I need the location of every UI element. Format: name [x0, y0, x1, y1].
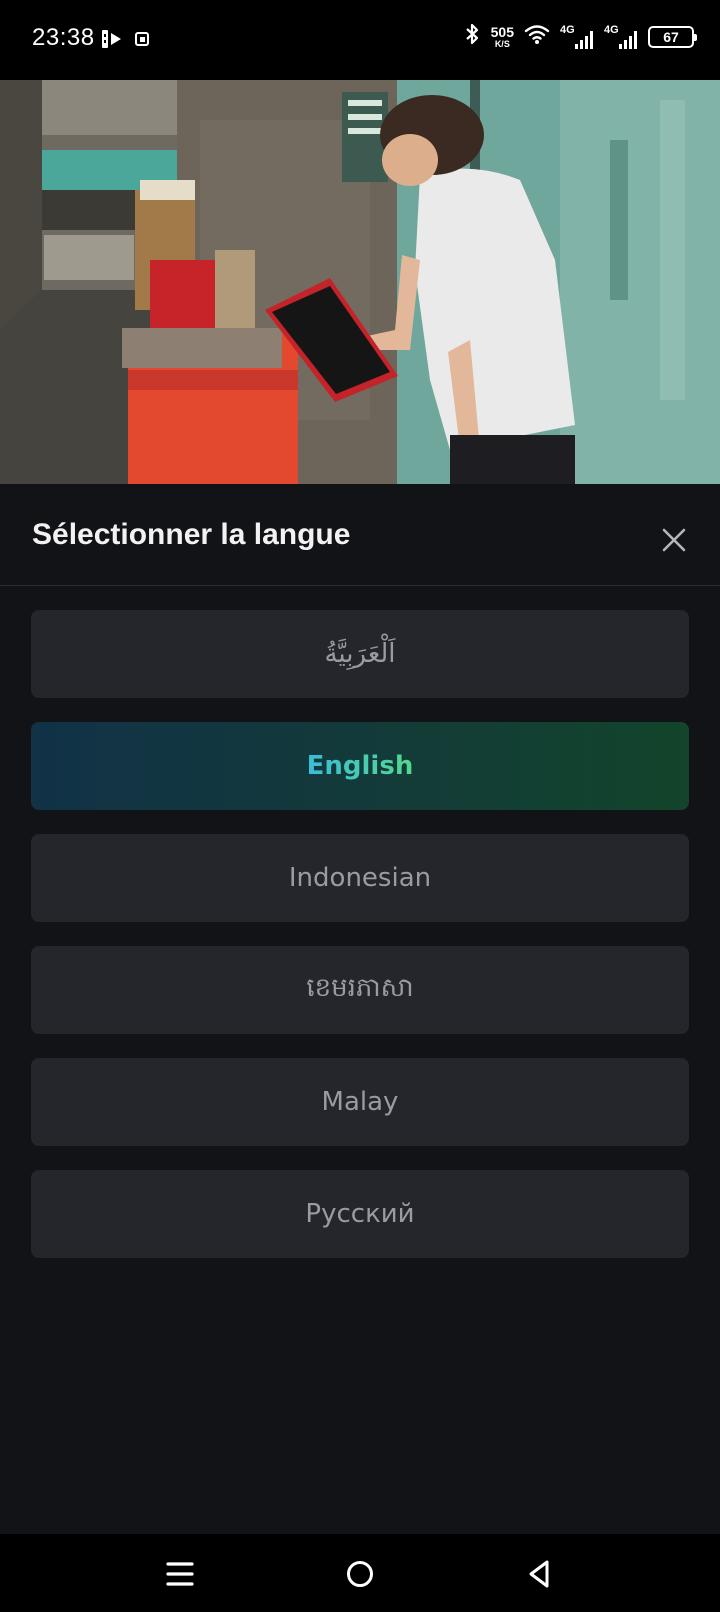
language-option-label: اَلْعَرَبِيَّةُ — [324, 639, 396, 669]
media-notification-icon — [100, 27, 124, 56]
status-time: 23:38 — [32, 24, 95, 51]
app-notification-icon — [134, 30, 152, 53]
sim2-label: 4G — [604, 23, 619, 36]
video-player[interactable] — [0, 80, 720, 484]
close-icon — [662, 528, 686, 552]
close-button[interactable] — [656, 522, 692, 558]
language-list: اَلْعَرَبِيَّةُ English Indonesian ខេមរភ… — [31, 610, 689, 1282]
language-sheet: Sélectionner la langue اَلْعَرَبِيَّةُ E… — [0, 484, 720, 1534]
sim1-label: 4G — [560, 23, 575, 36]
language-option-label: Русский — [305, 1199, 415, 1229]
recents-button[interactable] — [158, 1552, 202, 1596]
language-option-label: Malay — [321, 1087, 399, 1117]
network-speed-unit: K/S — [494, 38, 510, 49]
video-frame-image — [0, 80, 720, 484]
home-button[interactable] — [338, 1552, 382, 1596]
wifi-icon — [524, 23, 550, 50]
battery-level: 67 — [663, 28, 679, 45]
language-option-label: English — [306, 751, 414, 781]
bluetooth-icon — [463, 22, 481, 51]
language-option-label: Indonesian — [288, 863, 432, 893]
menu-icon — [166, 1562, 194, 1586]
language-option-label: ខេមរភាសា — [306, 973, 414, 1003]
signal-bars-icon — [575, 30, 593, 49]
cellular-signal-2: 4G — [604, 24, 638, 50]
network-speed: 505 K/S — [491, 25, 514, 49]
language-option-english[interactable]: English — [31, 722, 689, 810]
back-icon — [529, 1560, 549, 1588]
sheet-title: Sélectionner la langue — [32, 518, 351, 551]
back-button[interactable] — [518, 1552, 562, 1596]
navigation-bar — [0, 1534, 720, 1612]
status-bar: 23:38 505 K/S 4G 4G 67 — [0, 0, 720, 80]
cellular-signal-1: 4G — [560, 24, 594, 50]
language-option-indonesian[interactable]: Indonesian — [31, 834, 689, 922]
status-left-icons — [100, 27, 152, 56]
language-option-khmer[interactable]: ខេមរភាសា — [31, 946, 689, 1034]
network-speed-value: 505 — [490, 23, 514, 40]
status-right-group: 505 K/S 4G 4G 67 — [463, 22, 697, 51]
language-option-russian[interactable]: Русский — [31, 1170, 689, 1258]
language-option-malay[interactable]: Malay — [31, 1058, 689, 1146]
signal-bars-icon — [619, 30, 637, 49]
battery-icon: 67 — [648, 25, 697, 48]
home-icon — [347, 1561, 373, 1587]
language-option-arabic[interactable]: اَلْعَرَبِيَّةُ — [31, 610, 689, 698]
sheet-divider — [0, 585, 720, 586]
